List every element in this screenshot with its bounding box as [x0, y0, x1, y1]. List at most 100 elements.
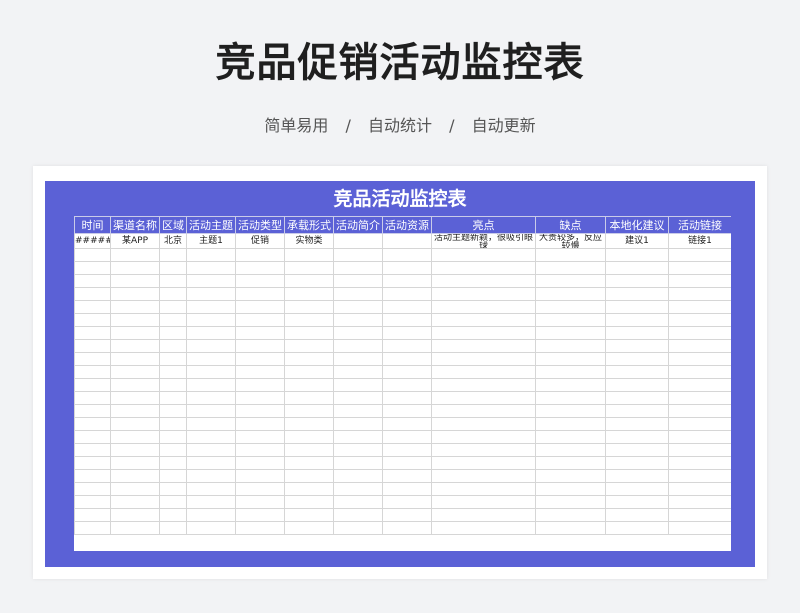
table-cell[interactable]	[668, 495, 731, 509]
table-cell[interactable]	[159, 456, 187, 470]
table-cell[interactable]	[159, 378, 187, 392]
table-cell[interactable]	[605, 274, 669, 288]
table-cell[interactable]	[159, 365, 187, 379]
table-cell[interactable]	[431, 274, 536, 288]
table-cell[interactable]	[605, 287, 669, 301]
table-cell[interactable]	[74, 469, 111, 483]
table-cell[interactable]	[382, 300, 432, 314]
table-cell[interactable]	[110, 456, 160, 470]
table-cell[interactable]	[74, 248, 111, 262]
table-cell[interactable]	[431, 482, 536, 496]
table-cell[interactable]	[431, 352, 536, 366]
table-cell[interactable]	[110, 352, 160, 366]
table-cell[interactable]	[382, 469, 432, 483]
table-cell[interactable]	[333, 233, 383, 249]
table-cell[interactable]	[159, 261, 187, 275]
table-cell[interactable]	[235, 404, 285, 418]
table-cell[interactable]	[235, 456, 285, 470]
table-cell[interactable]	[186, 313, 236, 327]
table-cell[interactable]	[605, 482, 669, 496]
table-cell[interactable]	[333, 274, 383, 288]
table-cell[interactable]	[431, 443, 536, 457]
table-cell[interactable]	[535, 430, 606, 444]
table-cell[interactable]	[333, 339, 383, 353]
table-cell[interactable]	[382, 313, 432, 327]
table-cell[interactable]	[431, 248, 536, 262]
table-cell[interactable]	[159, 469, 187, 483]
table-cell[interactable]	[74, 365, 111, 379]
table-cell[interactable]	[284, 508, 334, 522]
table-cell[interactable]	[668, 378, 731, 392]
table-cell[interactable]	[382, 495, 432, 509]
table-cell[interactable]	[333, 508, 383, 522]
table-cell[interactable]	[431, 404, 536, 418]
table-cell[interactable]	[74, 443, 111, 457]
table-cell[interactable]	[668, 521, 731, 535]
table-cell[interactable]	[284, 430, 334, 444]
table-cell[interactable]	[74, 521, 111, 535]
table-cell[interactable]	[159, 404, 187, 418]
table-cell[interactable]	[382, 443, 432, 457]
table-cell[interactable]	[284, 443, 334, 457]
table-cell[interactable]	[382, 365, 432, 379]
table-cell[interactable]	[535, 274, 606, 288]
table-cell[interactable]	[605, 248, 669, 262]
table-cell[interactable]	[159, 495, 187, 509]
table-cell[interactable]	[535, 378, 606, 392]
table-cell[interactable]	[235, 521, 285, 535]
table-cell[interactable]	[284, 482, 334, 496]
column-header[interactable]: 缺点	[535, 216, 606, 234]
table-cell[interactable]	[159, 326, 187, 340]
table-cell[interactable]	[605, 521, 669, 535]
table-cell[interactable]	[186, 352, 236, 366]
table-cell[interactable]	[535, 261, 606, 275]
table-cell[interactable]	[110, 508, 160, 522]
table-cell[interactable]	[284, 352, 334, 366]
table-cell[interactable]: 活动主题新颖，很吸引眼球	[431, 233, 536, 249]
table-cell[interactable]	[535, 391, 606, 405]
table-cell[interactable]	[668, 469, 731, 483]
table-cell[interactable]	[186, 456, 236, 470]
column-header[interactable]: 承载形式	[284, 216, 334, 234]
table-cell[interactable]	[605, 313, 669, 327]
table-cell[interactable]	[605, 417, 669, 431]
column-header[interactable]: 活动类型	[235, 216, 285, 234]
table-cell[interactable]	[159, 508, 187, 522]
table-cell[interactable]: 实物类	[284, 233, 334, 249]
table-cell[interactable]	[605, 443, 669, 457]
table-cell[interactable]	[333, 417, 383, 431]
table-cell[interactable]	[668, 391, 731, 405]
table-cell[interactable]	[74, 391, 111, 405]
column-header[interactable]: 亮点	[431, 216, 536, 234]
table-cell[interactable]	[668, 287, 731, 301]
table-cell[interactable]	[382, 274, 432, 288]
table-cell[interactable]	[535, 352, 606, 366]
table-cell[interactable]	[284, 404, 334, 418]
table-cell[interactable]	[284, 469, 334, 483]
table-cell[interactable]	[605, 261, 669, 275]
table-cell[interactable]	[382, 248, 432, 262]
table-cell[interactable]	[74, 274, 111, 288]
table-cell[interactable]	[431, 326, 536, 340]
table-cell[interactable]	[382, 482, 432, 496]
table-cell[interactable]	[668, 456, 731, 470]
table-cell[interactable]	[235, 287, 285, 301]
table-cell[interactable]	[284, 313, 334, 327]
table-cell[interactable]	[431, 300, 536, 314]
table-cell[interactable]	[235, 430, 285, 444]
table-cell[interactable]	[333, 378, 383, 392]
table-cell[interactable]	[284, 300, 334, 314]
table-cell[interactable]	[605, 352, 669, 366]
table-cell[interactable]	[74, 378, 111, 392]
table-cell[interactable]	[284, 495, 334, 509]
table-cell[interactable]	[431, 287, 536, 301]
table-cell[interactable]: 主题1	[186, 233, 236, 249]
table-cell[interactable]	[333, 261, 383, 275]
table-cell[interactable]	[186, 378, 236, 392]
table-cell[interactable]	[535, 482, 606, 496]
table-cell[interactable]	[235, 365, 285, 379]
table-cell[interactable]	[110, 430, 160, 444]
table-cell[interactable]	[382, 326, 432, 340]
table-cell[interactable]	[186, 443, 236, 457]
table-cell[interactable]	[382, 352, 432, 366]
